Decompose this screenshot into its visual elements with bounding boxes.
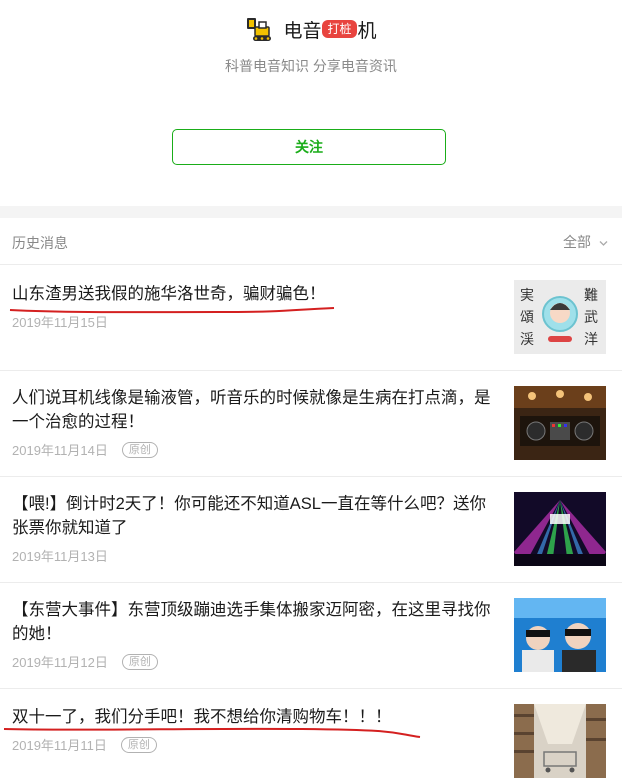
article-thumbnail: [514, 492, 606, 566]
article-title: 山东渣男送我假的施华洛世奇，骗财骗色！: [12, 285, 326, 303]
account-title-row: 电音 打桩 机: [0, 14, 622, 44]
article-meta: 2019年11月12日 原创: [12, 652, 158, 671]
article-date: 2019年11月12日: [12, 655, 108, 670]
article-item[interactable]: 【喂!】倒计时2天了！你可能还不知道ASL一直在等什么吧？送你张票你就知道了 2…: [0, 477, 622, 583]
account-name-part2: 机: [357, 20, 377, 42]
article-title: 双十一了，我们分手吧！我不想给你清购物车！！！: [12, 708, 392, 726]
article-meta: 2019年11月13日: [12, 546, 108, 565]
article-title: 人们说耳机线像是输液管，听音乐的时候就像是生病在打点滴，是一个治愈的过程！: [12, 389, 491, 431]
article-title: 【东营大事件】东营顶级蹦迪选手集体搬家迈阿密，在这里寻找你的她！: [12, 601, 491, 643]
article-date: 2019年11月11日: [12, 738, 107, 753]
original-tag: 原创: [121, 441, 158, 458]
article-title: 【喂!】倒计时2天了！你可能还不知道ASL一直在等什么吧？送你张票你就知道了: [12, 495, 486, 537]
svg-text:頌: 頌: [520, 310, 534, 326]
original-tag: 原创: [121, 653, 158, 670]
history-title: 历史消息: [12, 235, 68, 251]
svg-text:洋: 洋: [584, 332, 598, 348]
account-name-badge: 打桩: [322, 20, 357, 38]
svg-text:実: 実: [520, 288, 534, 304]
section-divider: [0, 206, 622, 218]
article-item[interactable]: 双十一了，我们分手吧！我不想给你清购物车！！！ 2019年11月11日 原创: [0, 689, 622, 778]
account-slogan: 科普电音知识 分享电音资讯: [225, 58, 397, 74]
excavator-logo-icon: [245, 14, 275, 44]
filter-label: 全部: [563, 234, 591, 250]
history-header: 历史消息 全部: [0, 218, 622, 265]
article-item[interactable]: 人们说耳机线像是输液管，听音乐的时候就像是生病在打点滴，是一个治愈的过程！ 20…: [0, 371, 622, 477]
article-meta: 2019年11月11日 原创: [12, 735, 157, 754]
account-name: 电音 打桩 机: [283, 16, 377, 43]
article-item[interactable]: 山东渣男送我假的施华洛世奇，骗财骗色！ 2019年11月15日 実 頌 渓 難 …: [0, 266, 622, 371]
svg-text:渓: 渓: [520, 332, 534, 348]
svg-text:難: 難: [584, 288, 598, 304]
article-date: 2019年11月13日: [12, 549, 108, 564]
article-thumbnail: [514, 598, 606, 672]
follow-button[interactable]: 关注: [172, 129, 446, 165]
account-name-part1: 电音: [283, 20, 322, 42]
chevron-down-icon: [599, 235, 608, 246]
article-date: 2019年11月14日: [12, 443, 108, 458]
article-meta: 2019年11月15日: [12, 312, 108, 331]
account-profile: 电音 打桩 机 科普电音知识 分享电音资讯 关注: [0, 0, 622, 206]
original-tag: 原创: [120, 736, 157, 753]
article-thumbnail: 実 頌 渓 難 武 洋: [514, 280, 606, 354]
article-date: 2019年11月15日: [12, 315, 108, 330]
article-item[interactable]: 【东营大事件】东营顶级蹦迪选手集体搬家迈阿密，在这里寻找你的她！ 2019年11…: [0, 583, 622, 689]
article-thumbnail: [514, 386, 606, 460]
article-meta: 2019年11月14日 原创: [12, 440, 158, 459]
svg-text:武: 武: [584, 310, 598, 326]
filter-dropdown[interactable]: 全部: [563, 232, 608, 252]
article-thumbnail: [514, 704, 606, 778]
